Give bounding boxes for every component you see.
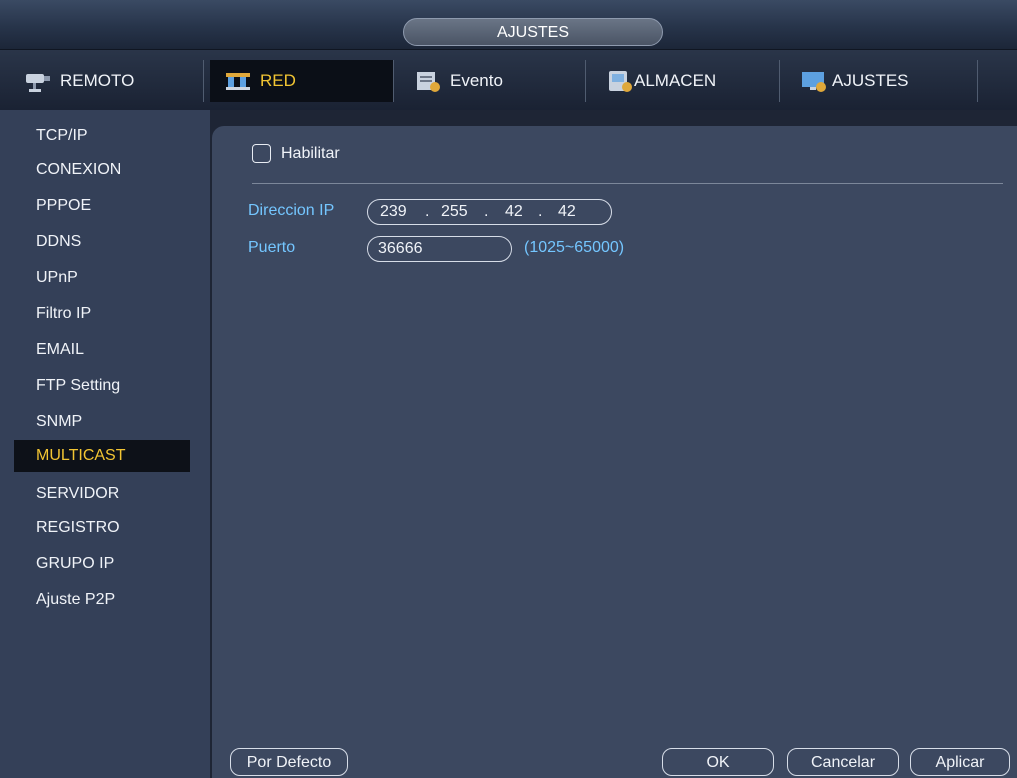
enable-row: Habilitar bbox=[252, 144, 340, 163]
sidebar-item-tcpip[interactable]: TCP/IP bbox=[14, 120, 190, 152]
ip-address-label: Direccion IP bbox=[248, 202, 335, 219]
ip-octet-4[interactable]: 42 bbox=[558, 200, 576, 223]
ip-octet-3[interactable]: 42 bbox=[505, 200, 523, 223]
apply-button[interactable]: Aplicar bbox=[910, 748, 1010, 776]
storage-icon bbox=[606, 69, 634, 93]
tab-bar: REMOTO RED Evento ALMACEN AJUSTES bbox=[0, 50, 1017, 110]
ip-separator: . bbox=[425, 203, 430, 220]
cancel-button[interactable]: Cancelar bbox=[787, 748, 899, 776]
tab-remoto[interactable]: REMOTO bbox=[10, 60, 204, 102]
ok-button[interactable]: OK bbox=[662, 748, 774, 776]
port-range-hint: (1025~65000) bbox=[524, 239, 625, 256]
ip-address-field[interactable]: 239 . 255 . 42 . 42 bbox=[367, 199, 612, 225]
tab-evento[interactable]: Evento bbox=[400, 60, 586, 102]
ip-octet-2[interactable]: 255 bbox=[441, 200, 468, 223]
sidebar-item-upnp[interactable]: UPnP bbox=[14, 262, 190, 294]
settings-monitor-icon bbox=[800, 69, 828, 93]
tab-red[interactable]: RED bbox=[210, 60, 394, 102]
sidebar-item-pppoe[interactable]: PPPOE bbox=[14, 190, 190, 222]
tab-label: AJUSTES bbox=[832, 71, 909, 90]
multicast-settings-panel: Habilitar Direccion IP 239 . 255 . 42 . … bbox=[212, 126, 1017, 778]
camera-icon bbox=[24, 69, 52, 93]
sidebar-item-ftp-setting[interactable]: FTP Setting bbox=[14, 370, 190, 402]
tab-almacen[interactable]: ALMACEN bbox=[592, 60, 780, 102]
sidebar-item-ajuste-p2p[interactable]: Ajuste P2P bbox=[14, 584, 190, 616]
sidebar-item-email[interactable]: EMAIL bbox=[14, 334, 190, 366]
port-input[interactable]: 36666 bbox=[367, 236, 512, 262]
tab-label: Evento bbox=[450, 71, 503, 90]
network-icon bbox=[224, 69, 252, 93]
sidebar-item-grupo-ip[interactable]: GRUPO IP bbox=[14, 548, 190, 580]
sidebar-item-filtro-ip[interactable]: Filtro IP bbox=[14, 298, 190, 330]
sidebar-item-snmp[interactable]: SNMP bbox=[14, 406, 190, 438]
sidebar-item-ddns[interactable]: DDNS bbox=[14, 226, 190, 258]
sidebar-item-servidor[interactable]: SERVIDOR bbox=[14, 478, 190, 510]
sidebar: TCP/IP CONEXION PPPOE DDNS UPnP Filtro I… bbox=[0, 110, 210, 778]
tab-label: RED bbox=[260, 71, 296, 90]
ip-octet-1[interactable]: 239 bbox=[380, 200, 407, 223]
default-button[interactable]: Por Defecto bbox=[230, 748, 348, 776]
sidebar-item-multicast[interactable]: MULTICAST bbox=[14, 440, 190, 472]
tab-ajustes[interactable]: AJUSTES bbox=[786, 60, 978, 102]
ip-separator: . bbox=[484, 203, 489, 220]
enable-checkbox[interactable] bbox=[252, 144, 271, 163]
window-title: AJUSTES bbox=[403, 18, 663, 46]
tab-label: REMOTO bbox=[60, 71, 135, 90]
sidebar-item-conexion[interactable]: CONEXION bbox=[14, 154, 190, 186]
tab-label: ALMACEN bbox=[634, 71, 717, 90]
port-label: Puerto bbox=[248, 239, 296, 256]
divider bbox=[252, 183, 1003, 184]
title-bar: AJUSTES bbox=[0, 0, 1017, 50]
enable-label: Habilitar bbox=[281, 144, 340, 162]
ip-separator: . bbox=[538, 203, 543, 220]
event-icon bbox=[414, 69, 442, 93]
sidebar-item-registro[interactable]: REGISTRO bbox=[14, 512, 190, 544]
